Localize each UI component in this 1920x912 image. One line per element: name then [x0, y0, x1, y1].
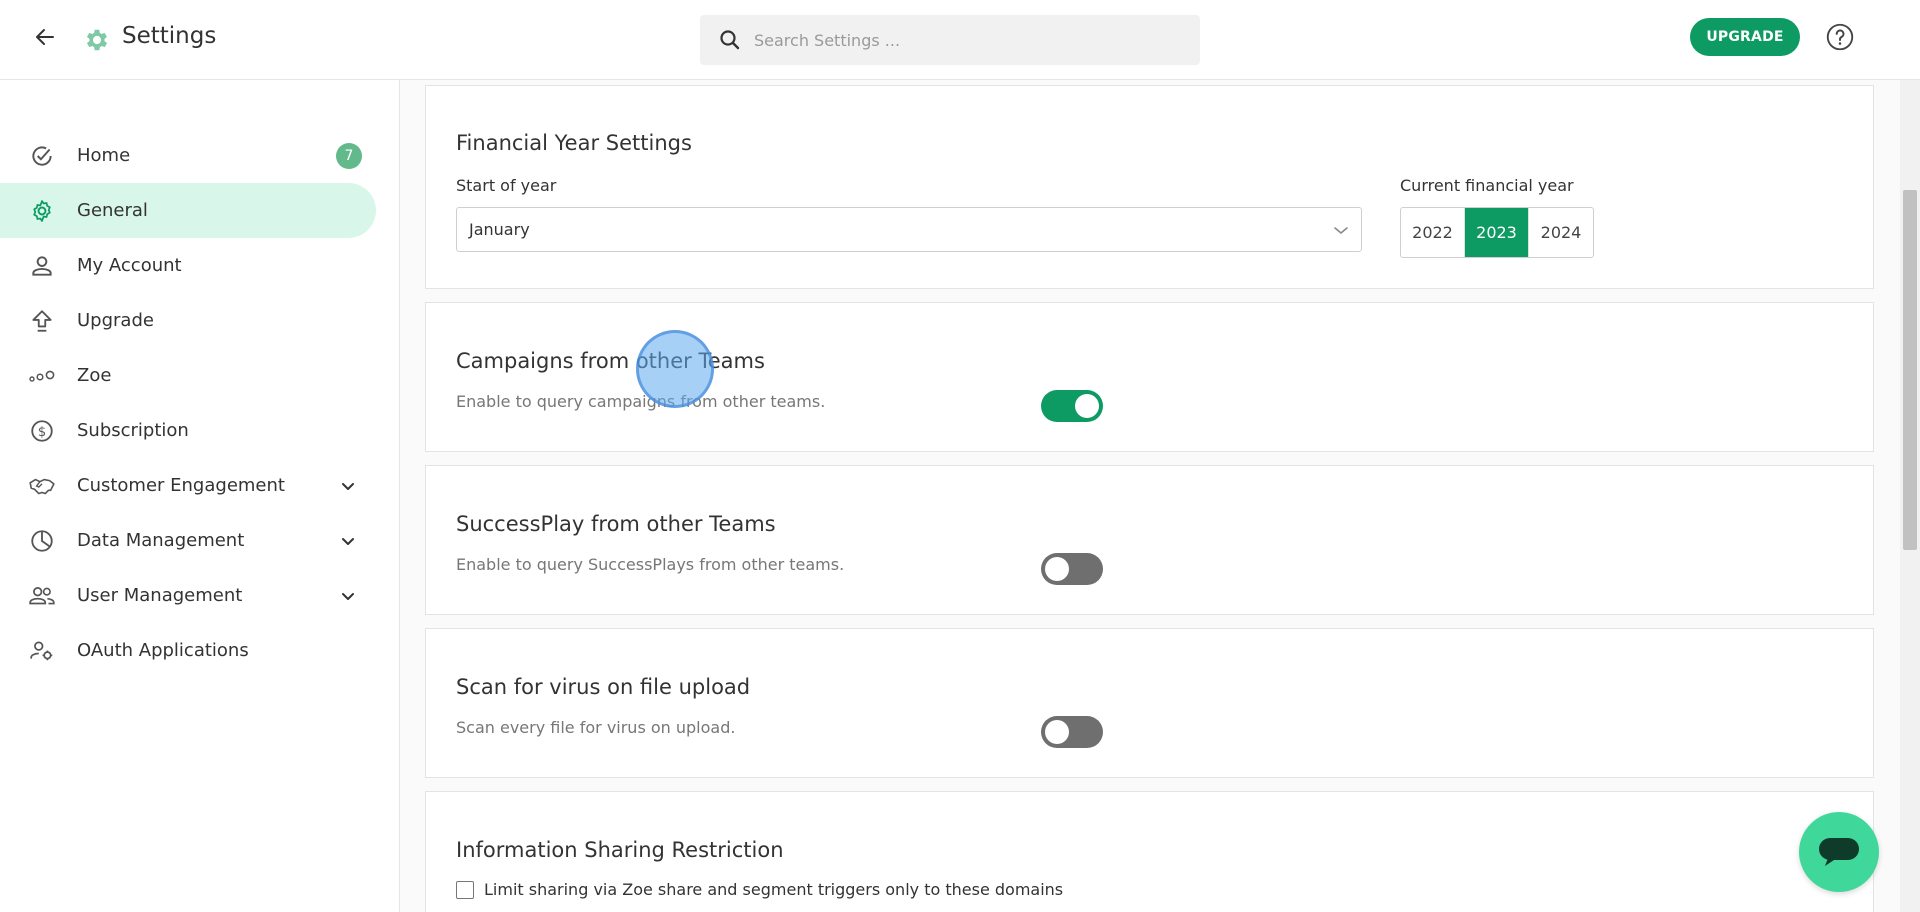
- sidebar-item-my-account[interactable]: My Account: [0, 238, 376, 293]
- financial-year-card: Financial Year Settings Start of year Ja…: [425, 85, 1874, 289]
- toggle-knob: [1045, 557, 1069, 581]
- chevron-down-icon: [1334, 227, 1348, 235]
- search-input[interactable]: [754, 30, 1174, 50]
- campaigns-toggle[interactable]: [1041, 390, 1103, 422]
- year-option-2023[interactable]: 2023: [1465, 208, 1529, 257]
- successplay-card: SuccessPlay from other Teams Enable to q…: [425, 465, 1874, 615]
- section-title: Financial Year Settings: [456, 131, 692, 155]
- sidebar-item-label: My Account: [77, 255, 182, 276]
- users-icon: [28, 582, 56, 610]
- sidebar-item-oauth-applications[interactable]: OAuth Applications: [0, 623, 376, 678]
- scrollbar[interactable]: [1900, 80, 1920, 912]
- chevron-down-icon[interactable]: [338, 586, 358, 606]
- gear-icon: [28, 197, 56, 225]
- sidebar-item-subscription[interactable]: $ Subscription: [0, 403, 376, 458]
- sidebar-item-label: User Management: [77, 585, 243, 606]
- sidebar-item-home[interactable]: Home 7: [0, 128, 376, 183]
- section-title: Scan for virus on file upload: [456, 675, 751, 699]
- chat-bubble-icon: [1819, 838, 1859, 866]
- information-sharing-card: Information Sharing Restriction Limit sh…: [425, 791, 1874, 912]
- successplay-toggle[interactable]: [1041, 553, 1103, 585]
- pie-chart-icon: [28, 527, 56, 555]
- sidebar-item-label: Customer Engagement: [77, 475, 285, 496]
- chevron-down-icon[interactable]: [338, 476, 358, 496]
- settings-content: Financial Year Settings Start of year Ja…: [400, 80, 1900, 912]
- help-icon[interactable]: [1826, 23, 1854, 51]
- start-of-year-select[interactable]: January: [456, 207, 1362, 252]
- section-title: Campaigns from other Teams: [456, 349, 765, 373]
- arrow-left-icon: [36, 29, 54, 45]
- sidebar-item-label: Subscription: [77, 420, 189, 441]
- chevron-down-icon[interactable]: [338, 531, 358, 551]
- campaigns-card: Campaigns from other Teams Enable to que…: [425, 302, 1874, 452]
- section-description: Enable to query campaigns from other tea…: [456, 392, 826, 411]
- scrollbar-thumb[interactable]: [1903, 190, 1917, 550]
- virus-scan-toggle[interactable]: [1041, 716, 1103, 748]
- page-title: Settings: [122, 23, 217, 49]
- notification-badge: 7: [336, 142, 362, 169]
- sidebar: Home 7 General My Account Upgrade Zoe $ …: [0, 80, 400, 912]
- sidebar-item-label: OAuth Applications: [77, 640, 249, 661]
- check-circle-icon: [28, 142, 56, 170]
- upgrade-arrow-icon: [28, 307, 56, 335]
- svg-text:$: $: [38, 424, 46, 439]
- sidebar-item-data-management[interactable]: Data Management: [0, 513, 376, 568]
- sidebar-item-upgrade[interactable]: Upgrade: [0, 293, 376, 348]
- limit-sharing-checkbox[interactable]: [456, 881, 474, 899]
- sidebar-item-customer-engagement[interactable]: Customer Engagement: [0, 458, 376, 513]
- top-header: Settings UPGRADE: [0, 0, 1920, 80]
- year-option-2022[interactable]: 2022: [1401, 208, 1465, 257]
- sidebar-item-label: General: [77, 200, 148, 221]
- person-icon: [28, 252, 56, 280]
- limit-sharing-label: Limit sharing via Zoe share and segment …: [484, 880, 1064, 899]
- user-gear-icon: [28, 637, 56, 665]
- section-description: Scan every file for virus on upload.: [456, 718, 736, 737]
- zoe-dots-icon: [28, 362, 56, 390]
- section-title: Information Sharing Restriction: [456, 838, 784, 862]
- back-button[interactable]: [30, 22, 60, 52]
- sidebar-item-label: Home: [77, 145, 131, 166]
- section-description: Enable to query SuccessPlays from other …: [456, 555, 845, 574]
- search-icon: [720, 30, 740, 50]
- year-option-2024[interactable]: 2024: [1529, 208, 1593, 257]
- chat-button[interactable]: [1799, 812, 1879, 892]
- upgrade-button[interactable]: UPGRADE: [1690, 18, 1800, 56]
- sidebar-item-label: Upgrade: [77, 310, 154, 331]
- sidebar-item-label: Data Management: [77, 530, 245, 551]
- handshake-icon: [28, 472, 56, 500]
- start-of-year-label: Start of year: [456, 176, 557, 195]
- toggle-knob: [1075, 394, 1099, 418]
- virus-scan-card: Scan for virus on file upload Scan every…: [425, 628, 1874, 778]
- current-financial-year-label: Current financial year: [1400, 176, 1574, 195]
- gear-icon: [86, 29, 108, 51]
- financial-year-selector: 2022 2023 2024: [1400, 207, 1594, 258]
- sidebar-item-label: Zoe: [77, 365, 112, 386]
- sidebar-item-zoe[interactable]: Zoe: [0, 348, 376, 403]
- sidebar-item-user-management[interactable]: User Management: [0, 568, 376, 623]
- dollar-circle-icon: $: [28, 417, 56, 445]
- section-title: SuccessPlay from other Teams: [456, 512, 776, 536]
- toggle-knob: [1045, 720, 1069, 744]
- sidebar-item-general[interactable]: General: [0, 183, 376, 238]
- select-value: January: [469, 220, 530, 239]
- search-bar[interactable]: [700, 15, 1200, 65]
